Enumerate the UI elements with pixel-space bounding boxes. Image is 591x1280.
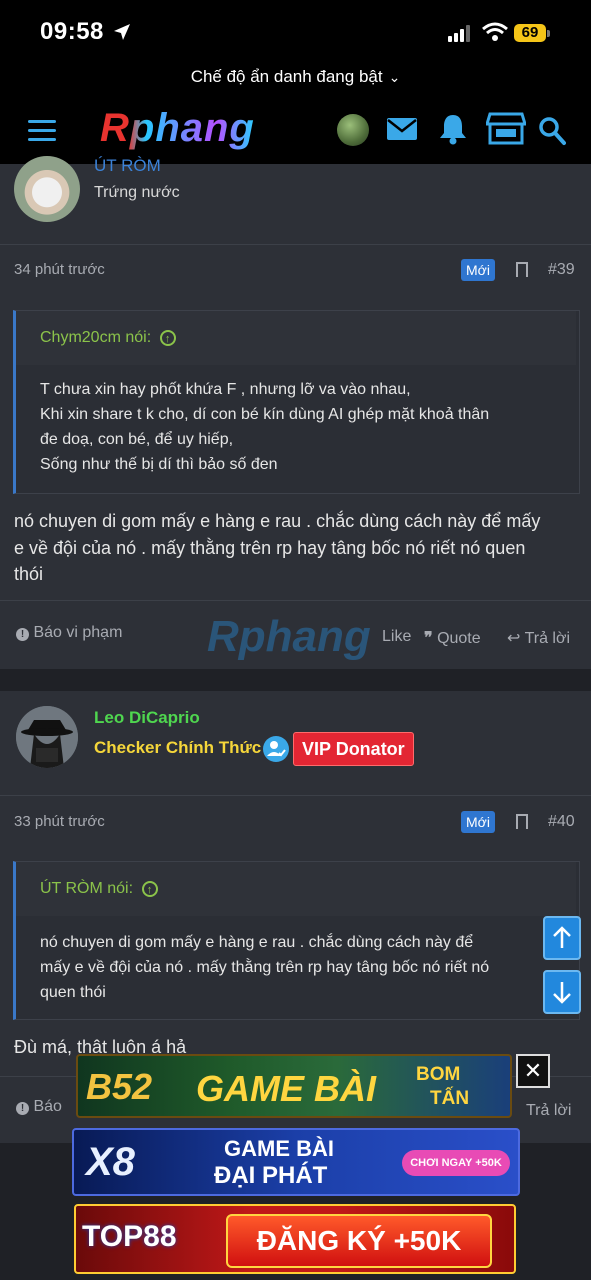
wifi-icon [482, 22, 508, 41]
post-1-report[interactable]: ! Báo vi phạm [16, 624, 122, 642]
quote-line: Sống như thế bị dí thì bảo số đen [40, 456, 278, 473]
post-2-quote-author[interactable]: ÚT RÒM nói: ↑ [40, 880, 158, 898]
arrow-up-circle-icon[interactable]: ↑ [159, 330, 176, 346]
post-1-quote: Chym20cm nói: ↑ T chưa xin hay phốt khứa… [13, 310, 580, 494]
user-avatar[interactable] [337, 114, 369, 146]
menu-icon[interactable] [28, 120, 56, 142]
bookmark-icon[interactable] [516, 814, 528, 829]
message-line: e về đội của nó . mấy thằng trên rp hay … [14, 537, 526, 558]
chevron-down-icon: ⌄ [388, 69, 401, 85]
status-time: 09:58 [40, 18, 104, 45]
post-1-message: nó chuyen di gom mấy e hàng e rau . chắc… [14, 508, 584, 588]
ad-banner-b52[interactable]: B52 GAME BÀI BOM TẤN [76, 1054, 512, 1118]
ad-close-button[interactable]: ✕ [516, 1054, 550, 1088]
post-1-like[interactable]: Like [382, 628, 411, 646]
report-label: Báo [33, 1098, 62, 1115]
reply-label: Trả lời [524, 630, 571, 647]
post-1-reply[interactable]: ↩ Trả lời [507, 628, 570, 648]
arrow-down-icon [553, 982, 571, 1004]
post-1-user-title: Trứng nước [94, 184, 180, 201]
like-label: Like [382, 628, 412, 645]
quote-line: T chưa xin hay phốt khứa F , nhưng lỡ va… [40, 381, 411, 398]
cell-signal-icon [448, 24, 472, 42]
ad-b52-tag1: BOM [416, 1064, 461, 1085]
post-1-author-block [0, 164, 591, 244]
store-icon[interactable] [486, 110, 526, 146]
site-logo[interactable]: Rphang [100, 106, 255, 151]
report-label: Báo vi phạm [33, 624, 123, 641]
hacker-avatar-icon [16, 706, 78, 768]
post-2-author[interactable]: Leo DiCaprio [94, 708, 200, 728]
post-2-new-badge: Mới [461, 811, 495, 833]
alert-icon: ! [16, 628, 29, 641]
bookmark-icon[interactable] [516, 262, 528, 277]
post-1-quote-body: T chưa xin hay phốt khứa F , nhưng lỡ va… [40, 377, 570, 477]
vip-donator-badge: VIP Donator [293, 732, 414, 766]
message-line: nó chuyen di gom mấy e hàng e rau . chắc… [14, 511, 541, 531]
bell-icon[interactable] [438, 113, 468, 145]
ad-banner-top88[interactable]: TOP88 ĐĂNG KÝ +50K [74, 1204, 516, 1274]
incognito-label: Chế độ ẩn danh đang bật [190, 67, 383, 86]
quote-line: đe doạ, con bé, để uy hiếp, [40, 431, 234, 448]
quote-line: nó chuyen di gom mấy e hàng e rau . chắc… [40, 934, 474, 951]
scroll-top-button[interactable] [543, 916, 581, 960]
post-1-quote-button[interactable]: ❞ Quote [424, 628, 481, 648]
ad-top88-cta: ĐĂNG KÝ +50K [226, 1214, 492, 1268]
ad-x8-headline2: ĐẠI PHÁT [214, 1162, 328, 1189]
location-arrow-icon [114, 24, 130, 40]
quote-icon: ❞ [424, 630, 433, 647]
quote-line: quen thói [40, 984, 106, 1001]
post-1-author[interactable]: ÚT RÒM [94, 156, 161, 176]
post-1-number[interactable]: #39 [548, 261, 575, 279]
post-2-user-title: Checker Chính Thức [94, 738, 262, 757]
alert-icon: ! [16, 1102, 29, 1115]
post-2-reply[interactable]: Trả lời [526, 1102, 571, 1120]
post-1-quote-author[interactable]: Chym20cm nói: ↑ [40, 329, 176, 347]
mail-icon[interactable] [386, 116, 418, 144]
quote-author-text: Chym20cm nói: [40, 329, 152, 346]
ad-b52-brand: B52 [86, 1066, 153, 1107]
post-2-report[interactable]: ! Báo [16, 1098, 62, 1116]
search-icon[interactable] [538, 116, 566, 146]
battery-tip [547, 30, 550, 37]
quote-label: Quote [437, 630, 481, 647]
verified-user-icon [263, 736, 289, 762]
ad-b52-tag2: TẤN [430, 1088, 470, 1109]
battery-level: 69 [514, 24, 546, 42]
arrow-up-icon [553, 926, 571, 948]
post-2-number[interactable]: #40 [548, 813, 575, 831]
scroll-bottom-button[interactable] [543, 970, 581, 1014]
ad-x8-brand: X8 [86, 1140, 135, 1184]
incognito-bar[interactable]: Chế độ ẩn danh đang bật ⌄ [0, 62, 591, 98]
quote-author-text: ÚT RÒM nói: [40, 880, 134, 897]
post-2-time[interactable]: 33 phút trước [14, 813, 105, 830]
ad-x8-cta: CHƠI NGAY +50K [402, 1150, 510, 1176]
post-1-avatar[interactable] [14, 156, 80, 222]
ad-x8-headline1: GAME BÀI [224, 1136, 334, 1161]
ad-banner-x8[interactable]: X8 GAME BÀI ĐẠI PHÁT CHƠI NGAY +50K [72, 1128, 520, 1196]
quote-line: Khi xin share t k cho, dí con bé kín dùn… [40, 406, 490, 423]
watermark-logo: Rphang [207, 612, 371, 661]
ad-top88-brand: TOP88 [82, 1220, 177, 1253]
post-2-quote-body: nó chuyen di gom mấy e hàng e rau . chắc… [40, 930, 550, 1005]
post-gap [0, 669, 591, 691]
post-2-avatar[interactable] [16, 706, 78, 768]
post-1-new-badge: Mới [461, 259, 495, 281]
arrow-up-circle-icon[interactable]: ↑ [141, 881, 158, 897]
message-line: thói [14, 564, 44, 584]
ad-b52-headline: GAME BÀI [196, 1068, 376, 1109]
quote-line: mấy e về đội của nó . mấy thằng trên rp … [40, 959, 490, 976]
post-2-quote: ÚT RÒM nói: ↑ nó chuyen di gom mấy e hàn… [13, 861, 580, 1020]
post-1-time[interactable]: 34 phút trước [14, 261, 105, 278]
reply-icon: ↩ [507, 630, 521, 647]
reply-label: Trả lời [526, 1102, 572, 1119]
